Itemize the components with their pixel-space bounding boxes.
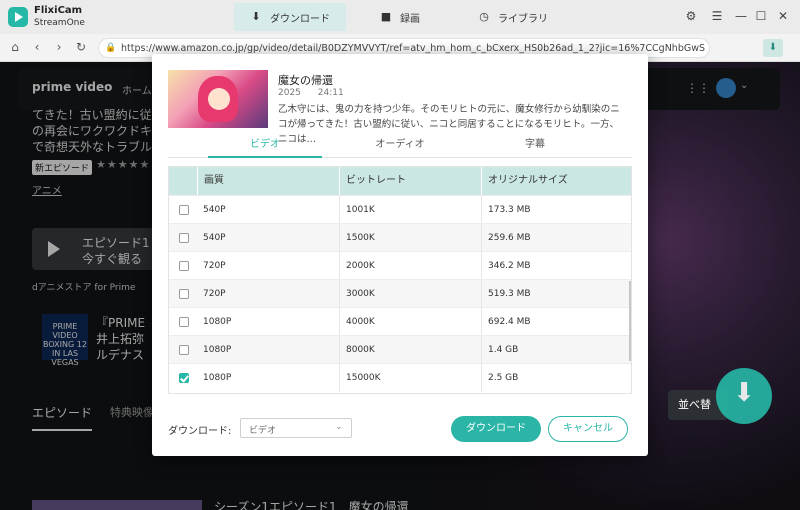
floating-download-button[interactable]: ⬇ [716, 368, 772, 424]
nav-record-tab[interactable]: ■ 録画 [380, 3, 420, 31]
size-cell: 259.6 MB [481, 224, 531, 252]
row-checkbox[interactable] [179, 233, 189, 243]
download-icon: ⬇ [251, 10, 261, 23]
table-row[interactable]: 540P 1001K 173.3 MB [169, 195, 631, 224]
settings-gear-icon[interactable]: ⚙ [684, 9, 698, 23]
bitrate-cell: 4000K [339, 308, 375, 336]
quality-cell: 720P [203, 289, 226, 299]
video-thumbnail [168, 70, 268, 128]
reload-icon[interactable]: ↻ [74, 40, 88, 54]
bitrate-cell: 1500K [339, 224, 375, 252]
download-button[interactable]: ダウンロード [451, 416, 541, 442]
size-cell: 1.4 GB [481, 336, 518, 364]
table-row[interactable]: 720P 2000K 346.2 MB [169, 251, 631, 280]
row-checkbox-checked[interactable] [179, 373, 189, 383]
cancel-button[interactable]: キャンセル [548, 416, 628, 442]
video-meta: 2025 24:11 [278, 88, 358, 98]
table-row[interactable]: 540P 1500K 259.6 MB [169, 223, 631, 252]
row-checkbox[interactable] [179, 261, 189, 271]
menu-icon[interactable]: ☰ [710, 9, 724, 23]
bitrate-cell: 1001K [339, 196, 375, 224]
bitrate-cell: 2000K [339, 252, 375, 280]
table-row[interactable]: 1080P 15000K 2.5 GB [169, 363, 631, 392]
nav-download-tab[interactable]: ⬇ ダウンロード [234, 3, 346, 31]
quality-table: 画質 ビットレート オリジナルサイズ 540P 1001K 173.3 MB 5… [168, 166, 632, 394]
clock-icon: ◷ [479, 10, 489, 23]
quality-cell: 720P [203, 261, 226, 271]
download-icon: ⬇ [733, 378, 755, 408]
quality-cell: 1080P [203, 345, 232, 355]
bitrate-cell: 15000K [339, 364, 381, 392]
table-header: 画質 ビットレート オリジナルサイズ [169, 167, 631, 195]
quality-cell: 1080P [203, 373, 232, 383]
video-duration: 24:11 [317, 88, 344, 98]
tab-subtitles[interactable]: 字幕 [478, 136, 592, 158]
download-type-label: ダウンロード: [168, 426, 232, 437]
table-row[interactable]: 1080P 8000K 1.4 GB [169, 335, 631, 364]
download-type-value: ビデオ [249, 426, 277, 436]
back-arrow-icon[interactable]: ‹ [30, 40, 44, 54]
column-header-size: オリジナルサイズ [481, 167, 631, 195]
quality-cell: 1080P [203, 317, 232, 327]
size-cell: 519.3 MB [481, 280, 531, 308]
maximize-icon[interactable]: ☐ [754, 9, 768, 23]
row-checkbox[interactable] [179, 289, 189, 299]
app-subtitle: StreamOne [34, 18, 85, 28]
tab-video[interactable]: ビデオ [208, 136, 322, 158]
flixicam-logo-icon [8, 7, 28, 27]
tab-audio[interactable]: オーディオ [343, 136, 457, 158]
quality-cell: 540P [203, 233, 226, 243]
table-row[interactable]: 1080P 4000K 692.4 MB [169, 307, 631, 336]
bitrate-cell: 8000K [339, 336, 375, 364]
close-icon[interactable]: ✕ [776, 9, 790, 23]
size-cell: 692.4 MB [481, 308, 531, 336]
quality-cell: 540P [203, 205, 226, 215]
minimize-icon[interactable]: — [734, 9, 748, 23]
video-camera-icon: ■ [380, 10, 392, 23]
forward-arrow-icon[interactable]: › [52, 40, 66, 54]
bitrate-cell: 3000K [339, 280, 375, 308]
video-year: 2025 [278, 88, 301, 98]
nav-record-label: 録画 [400, 13, 420, 25]
download-type-select[interactable]: ビデオ ⌄ [240, 418, 352, 438]
size-cell: 2.5 GB [481, 364, 518, 392]
row-checkbox[interactable] [179, 205, 189, 215]
nav-library-tab[interactable]: ◷ ライブラリ [478, 3, 548, 31]
nav-download-label: ダウンロード [270, 13, 330, 25]
chevron-down-icon: ⌄ [335, 422, 343, 432]
row-checkbox[interactable] [179, 345, 189, 355]
nav-library-label: ライブラリ [498, 13, 548, 25]
video-title: 魔女の帰還 [278, 74, 333, 87]
track-tabs: ビデオ オーディオ 字幕 [168, 136, 632, 158]
home-icon[interactable]: ⌂ [8, 40, 22, 54]
download-settings-dialog: 魔女の帰還 2025 24:11 乙木守には、鬼の力を持つ少年。そのモリヒトの元… [152, 54, 648, 456]
size-cell: 173.3 MB [481, 196, 531, 224]
table-row[interactable]: 720P 3000K 519.3 MB [169, 279, 631, 308]
column-header-bitrate: ビットレート [339, 167, 481, 195]
lock-icon: 🔒 [105, 43, 117, 53]
row-checkbox[interactable] [179, 317, 189, 327]
column-header-quality: 画質 [197, 167, 339, 195]
app-name: FlixiCam [34, 5, 83, 16]
table-scrollbar[interactable] [629, 281, 631, 361]
extension-icon[interactable]: ⬇ [763, 39, 783, 57]
app-titlebar: FlixiCam StreamOne ⬇ ダウンロード ■ 録画 ◷ ライブラリ… [0, 0, 800, 34]
size-cell: 346.2 MB [481, 252, 531, 280]
